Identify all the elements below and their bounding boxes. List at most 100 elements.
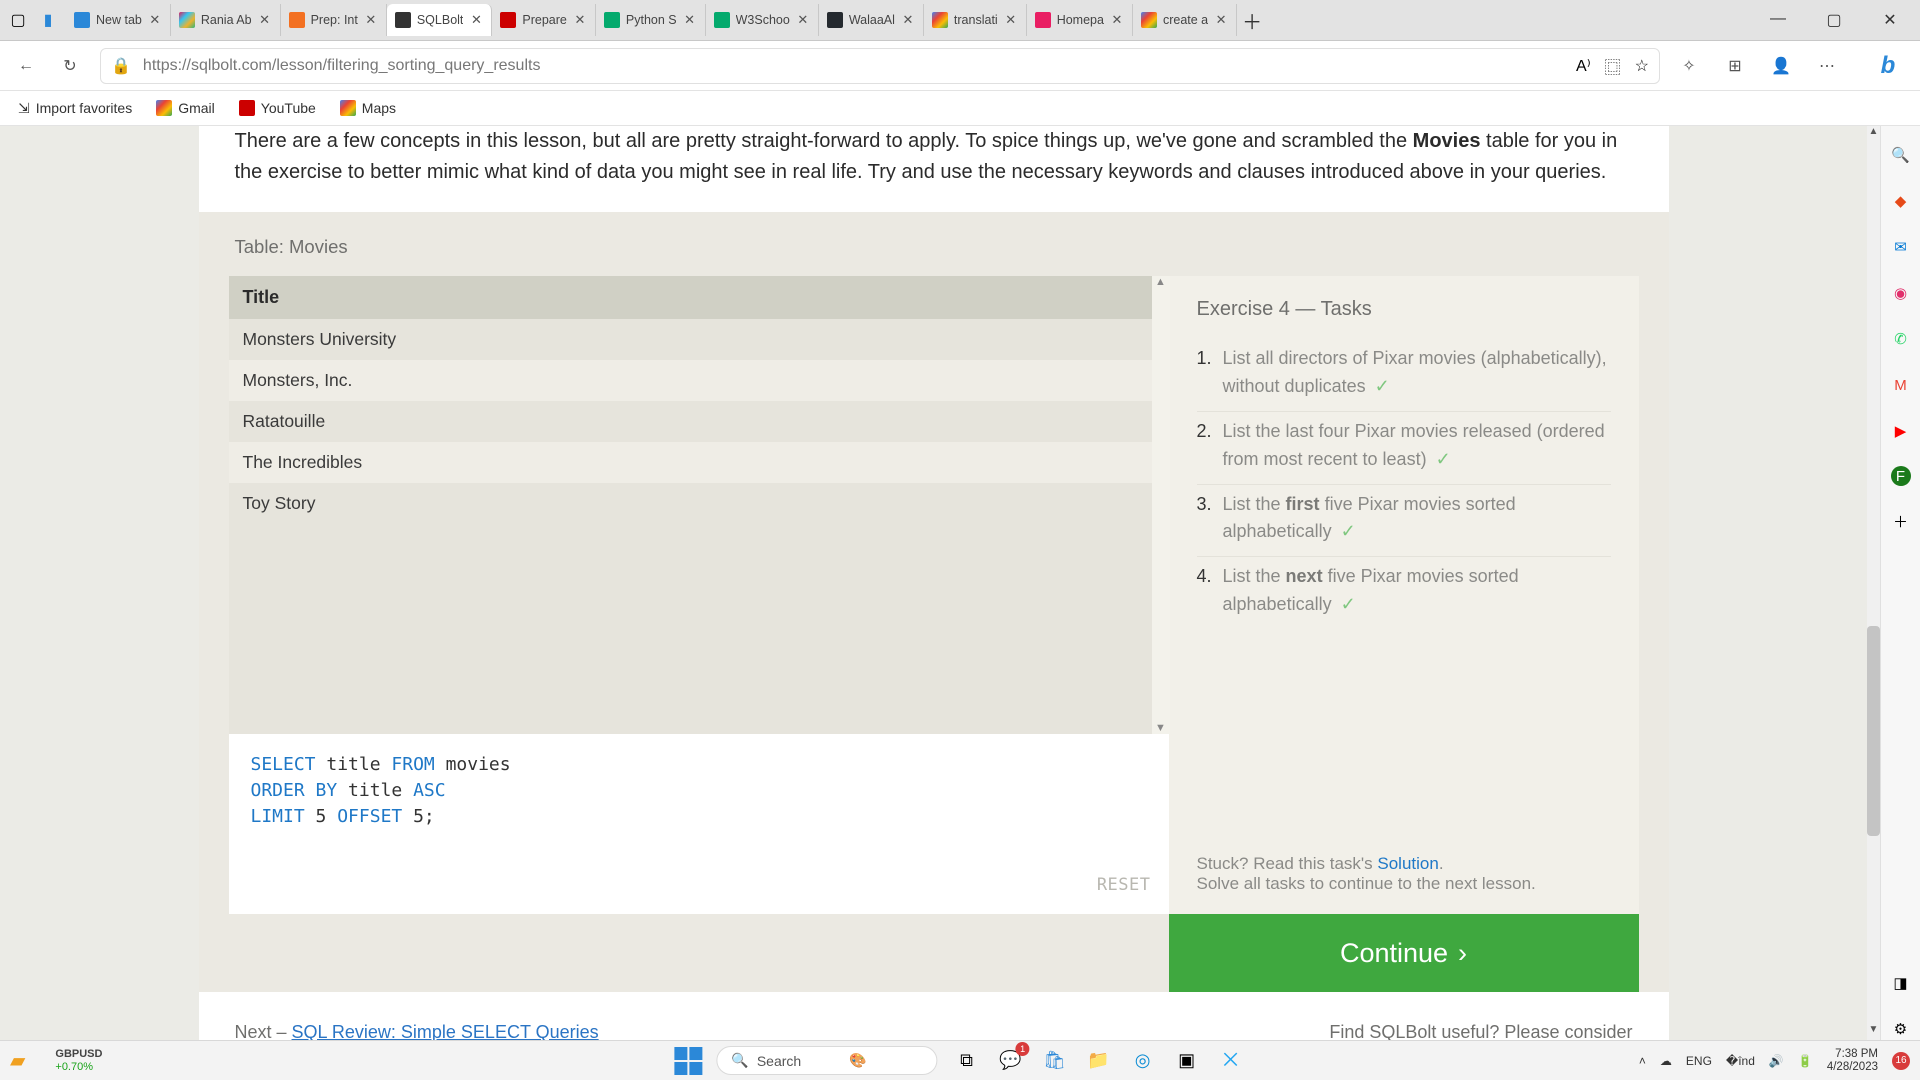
maximize-button[interactable]: ▢ xyxy=(1818,10,1850,30)
close-icon[interactable]: ✕ xyxy=(258,13,272,27)
search-icon: 🔍 xyxy=(731,1052,748,1069)
refresh-button[interactable]: ↻ xyxy=(56,52,84,80)
favorite-star-icon[interactable]: ☆ xyxy=(1635,56,1649,76)
column-header-title: Title xyxy=(229,276,1169,319)
sidebar-settings-icon[interactable]: ⚙ xyxy=(1890,1018,1912,1040)
chat-button[interactable]: 💬 xyxy=(996,1046,1026,1076)
favorites-button[interactable]: ✧ xyxy=(1676,53,1702,79)
page-viewport: There are a few concepts in this lesson,… xyxy=(0,126,1867,1040)
instagram-icon[interactable]: ◉ xyxy=(1890,282,1912,304)
window-controls: ― ▢ ✕ xyxy=(1762,10,1914,30)
facebook-icon[interactable]: F xyxy=(1891,466,1911,486)
tab-prep[interactable]: Prep: Int✕ xyxy=(281,4,387,36)
onedrive-icon[interactable]: ☁ xyxy=(1660,1054,1672,1068)
profile-button[interactable]: 👤 xyxy=(1768,53,1794,79)
menu-button[interactable]: ⋯ xyxy=(1814,53,1840,79)
scroll-up-icon[interactable]: ▲ xyxy=(1155,276,1166,288)
outlook-icon[interactable]: ✉ xyxy=(1890,236,1912,258)
tray-chevron-icon[interactable]: ˄ xyxy=(1639,1054,1646,1068)
bing-icon: b xyxy=(1881,52,1896,80)
google-icon xyxy=(1141,12,1157,28)
bookmark-youtube[interactable]: YouTube xyxy=(239,100,316,116)
scroll-up-icon[interactable]: ▲ xyxy=(1867,126,1880,142)
reset-button[interactable]: RESET xyxy=(1097,873,1151,898)
new-tab-button[interactable]: ＋ xyxy=(1237,5,1267,35)
store-button[interactable]: 🛍 xyxy=(1040,1046,1070,1076)
close-icon[interactable]: ✕ xyxy=(1110,13,1124,27)
terminal-button[interactable]: ▣ xyxy=(1172,1046,1202,1076)
gmail-icon[interactable]: M xyxy=(1890,374,1912,396)
tab-new-tab[interactable]: New tab✕ xyxy=(66,4,171,36)
task-view-button[interactable]: ⧉ xyxy=(952,1046,982,1076)
sql-editor[interactable]: SELECT title FROM movies ORDER BY title … xyxy=(229,734,1169,914)
minimize-button[interactable]: ― xyxy=(1762,10,1794,30)
close-icon[interactable]: ✕ xyxy=(901,13,915,27)
vertical-tabs-icon[interactable]: ▮ xyxy=(36,8,60,32)
scroll-down-icon[interactable]: ▼ xyxy=(1867,1024,1880,1040)
solution-link[interactable]: Solution xyxy=(1377,854,1438,873)
tab-homepage[interactable]: Homepa✕ xyxy=(1027,4,1133,36)
wifi-icon[interactable]: �înd xyxy=(1726,1054,1755,1068)
stock-widget[interactable]: GBPUSD +0.70% xyxy=(55,1049,102,1073)
back-button[interactable]: ← xyxy=(12,52,40,80)
youtube-icon[interactable]: ▶ xyxy=(1890,420,1912,442)
scroll-thumb[interactable] xyxy=(1867,626,1880,836)
close-icon[interactable]: ✕ xyxy=(796,13,810,27)
continue-button[interactable]: Continue› xyxy=(1169,914,1639,992)
page-scrollbar[interactable]: ▲ ▼ xyxy=(1867,126,1880,1040)
add-sidebar-icon[interactable]: ＋ xyxy=(1890,510,1912,532)
tab-create[interactable]: create a✕ xyxy=(1133,4,1237,36)
edge-button[interactable]: ◎ xyxy=(1128,1046,1158,1076)
read-aloud-icon[interactable]: A⁾ xyxy=(1576,56,1591,76)
whatsapp-icon[interactable]: ✆ xyxy=(1890,328,1912,350)
exercise-heading: Exercise 4 — Tasks xyxy=(1197,298,1611,321)
stuck-hint: Stuck? Read this task's Solution. xyxy=(1197,854,1611,874)
close-window-button[interactable]: ✕ xyxy=(1874,10,1906,30)
tab-sqlbolt[interactable]: SQLBolt✕ xyxy=(387,4,493,36)
close-icon[interactable]: ✕ xyxy=(364,13,378,27)
import-favorites-button[interactable]: ⇲Import favorites xyxy=(18,100,132,117)
close-icon[interactable]: ✕ xyxy=(1214,13,1228,27)
explorer-button[interactable]: 📁 xyxy=(1084,1046,1114,1076)
close-icon[interactable]: ✕ xyxy=(148,13,162,27)
tab-rania[interactable]: Rania Ab✕ xyxy=(171,4,281,36)
stock-icon[interactable]: ▰ xyxy=(10,1048,25,1073)
page-icon xyxy=(500,12,516,28)
close-icon[interactable]: ✕ xyxy=(469,13,483,27)
start-button[interactable] xyxy=(674,1047,702,1075)
notifications-badge[interactable]: 16 xyxy=(1892,1052,1910,1070)
tab-translate[interactable]: translati✕ xyxy=(924,4,1027,36)
tab-walaa[interactable]: WalaaAl✕ xyxy=(819,4,924,36)
url-field[interactable]: https://sqlbolt.com/lesson/filtering_sor… xyxy=(131,57,1576,75)
reader-icon[interactable]: ⿴ xyxy=(1605,54,1621,78)
check-icon: ✓ xyxy=(1341,521,1356,541)
battery-icon[interactable]: 🔋 xyxy=(1798,1054,1813,1068)
bookmark-maps[interactable]: Maps xyxy=(340,100,396,116)
clock[interactable]: 7:38 PM 4/28/2023 xyxy=(1827,1048,1878,1073)
bing-sidebar-button[interactable]: b xyxy=(1868,46,1908,86)
table-scrollbar[interactable]: ▲▼ xyxy=(1152,276,1170,734)
close-icon[interactable]: ✕ xyxy=(1004,13,1018,27)
bookmark-gmail[interactable]: Gmail xyxy=(156,100,215,116)
close-icon[interactable]: ✕ xyxy=(683,13,697,27)
volume-icon[interactable]: 🔊 xyxy=(1769,1054,1784,1068)
close-icon[interactable]: ✕ xyxy=(573,13,587,27)
tab-python[interactable]: Python S✕ xyxy=(596,4,706,36)
search-icon[interactable]: 🔍 xyxy=(1890,144,1912,166)
language-indicator[interactable]: ENG xyxy=(1686,1054,1712,1068)
lock-icon[interactable]: 🔒 xyxy=(111,56,131,76)
vscode-button[interactable]: ⨉ xyxy=(1216,1046,1246,1076)
taskbar-search[interactable]: 🔍Search🎨 xyxy=(716,1046,937,1075)
check-icon: ✓ xyxy=(1341,594,1356,614)
tab-actions-icon[interactable]: ▢ xyxy=(6,8,30,32)
next-lesson-link[interactable]: SQL Review: Simple SELECT Queries xyxy=(292,1022,599,1040)
sqlbolt-icon xyxy=(395,12,411,28)
office-icon[interactable]: ◆ xyxy=(1890,190,1912,212)
sidebar-hide-icon[interactable]: ◨ xyxy=(1890,972,1912,994)
scroll-down-icon[interactable]: ▼ xyxy=(1155,722,1166,734)
tab-w3schools[interactable]: W3Schoo✕ xyxy=(706,4,819,36)
tab-prepare[interactable]: Prepare✕ xyxy=(492,4,595,36)
collections-button[interactable]: ⊞ xyxy=(1722,53,1748,79)
table-row: Monsters University xyxy=(229,319,1169,360)
table-row: Ratatouille xyxy=(229,401,1169,442)
